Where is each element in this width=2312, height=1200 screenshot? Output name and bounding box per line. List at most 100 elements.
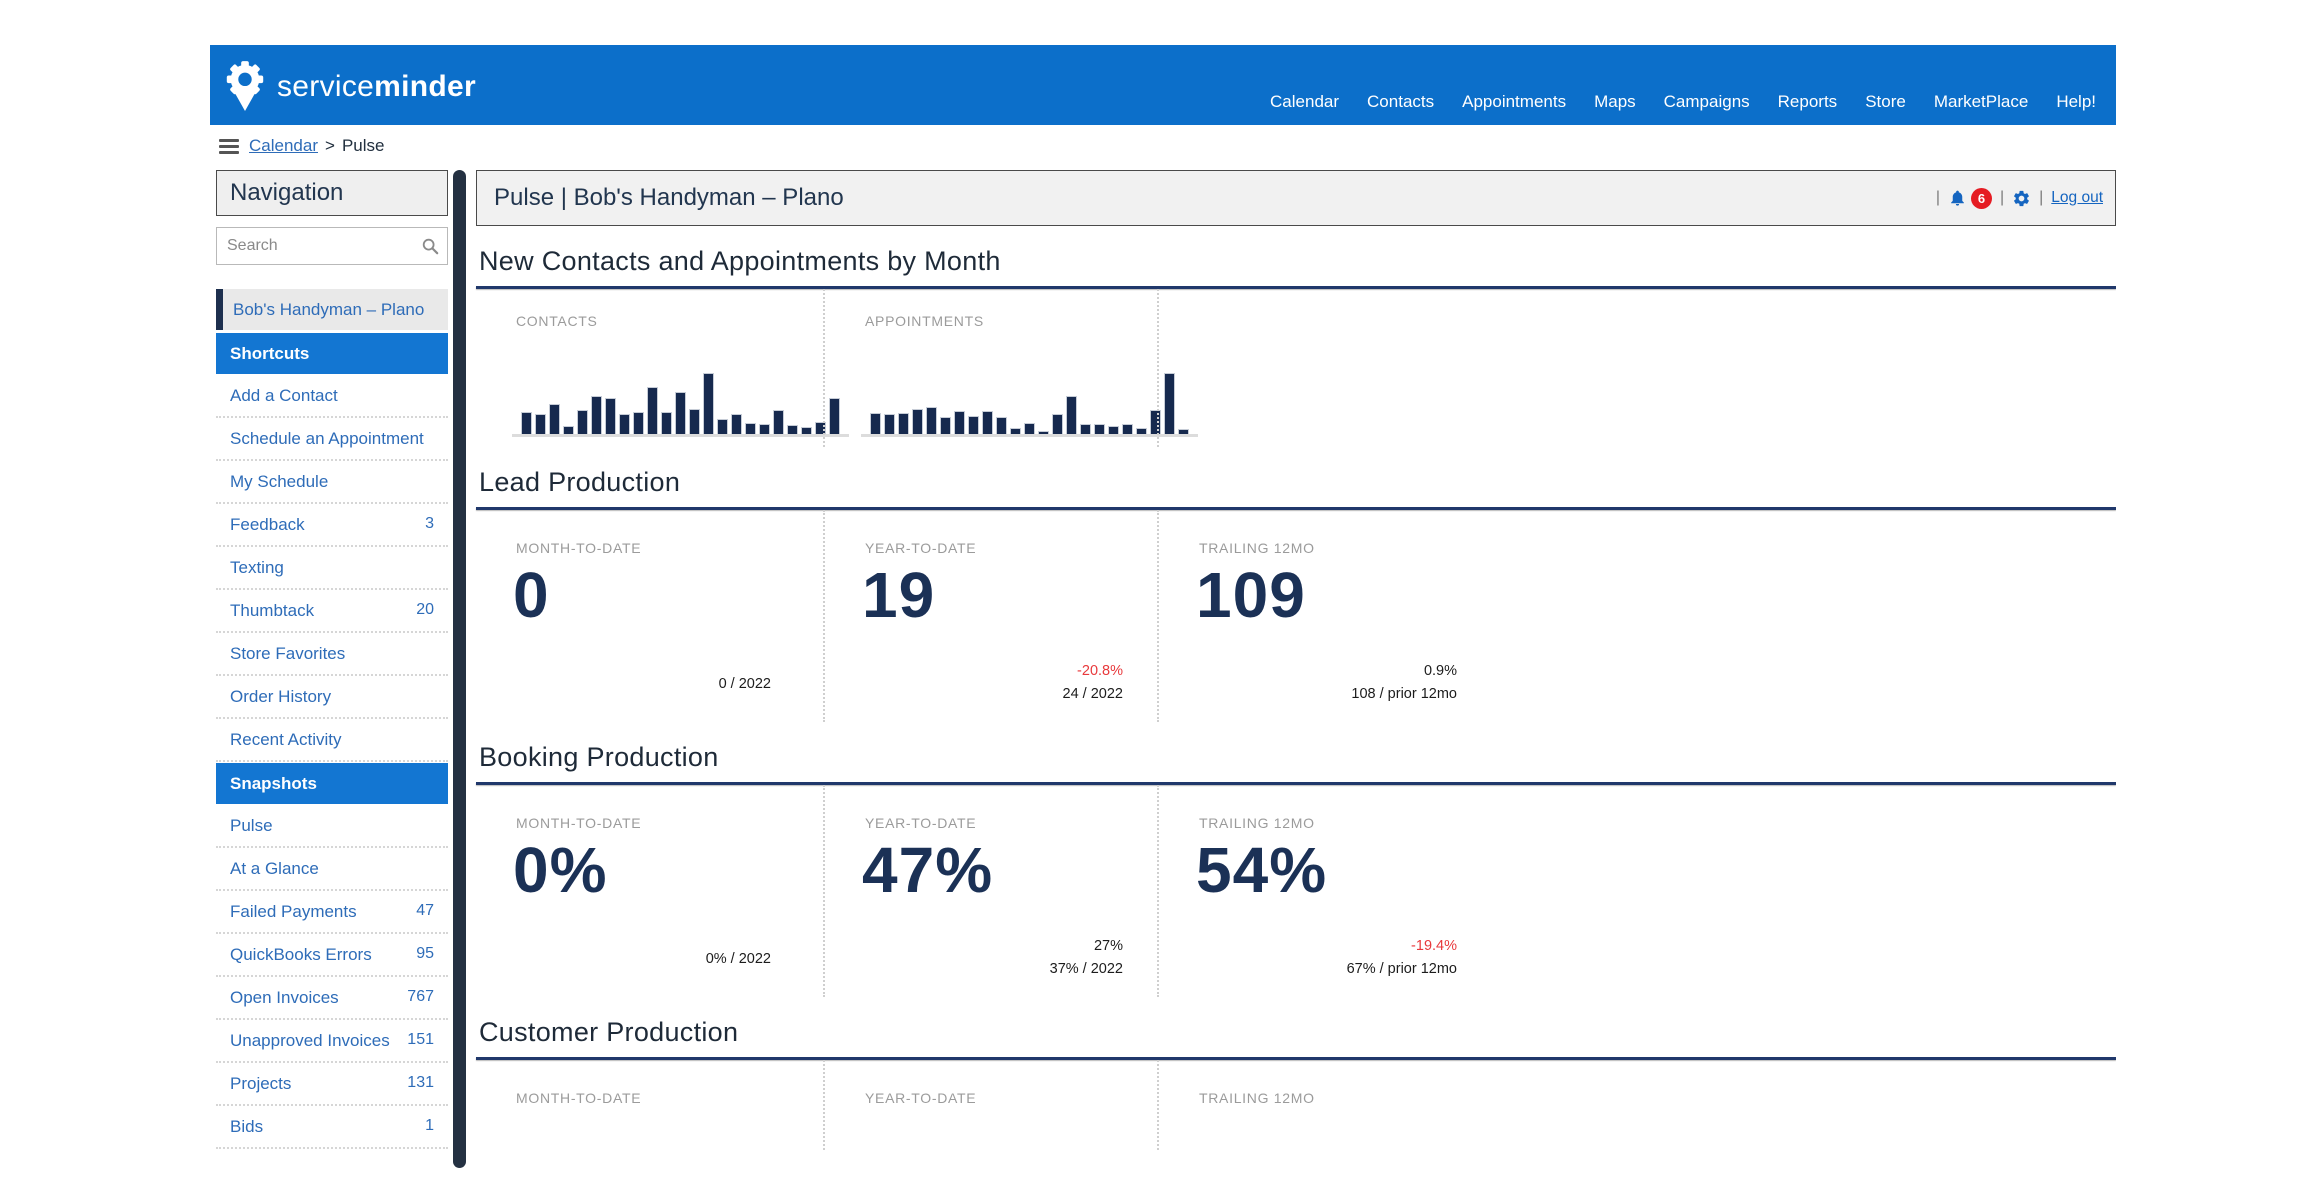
metric-label: TRAILING 12MO — [1199, 1090, 1315, 1106]
section-heading-monthly: New Contacts and Appointments by Month — [479, 246, 1001, 276]
count-badge: 1 — [425, 1117, 434, 1134]
metric-label: MONTH-TO-DATE — [516, 540, 642, 556]
appointments-chart-panel: APPOINTMENTS — [823, 289, 1198, 447]
sidebar-item-snapshots[interactable]: Snapshots — [216, 763, 448, 804]
metric-comparison: 0 / 2022 — [718, 675, 771, 692]
metric-label: TRAILING 12MO — [1199, 540, 1315, 556]
nav-item-marketplace[interactable]: MarketPlace — [1934, 92, 2028, 112]
sidebar-item-quickbooks-errors[interactable]: QuickBooks Errors 95 — [216, 934, 448, 977]
customer-ytd-panel: YEAR-TO-DATE — [823, 1060, 1157, 1150]
app-window: serviceminder Calendar Contacts Appointm… — [210, 45, 2116, 1170]
count-badge: 767 — [407, 988, 434, 1005]
app-header: serviceminder Calendar Contacts Appointm… — [210, 45, 2116, 125]
contacts-chart-panel: CONTACTS — [476, 289, 849, 447]
sidebar-item-thumbtack[interactable]: Thumbtack 20 — [216, 590, 448, 633]
section-heading-customer-production: Customer Production — [479, 1017, 739, 1047]
breadcrumb-separator: > — [325, 136, 335, 155]
metric-label: MONTH-TO-DATE — [516, 1090, 642, 1106]
logo[interactable]: serviceminder — [222, 60, 476, 114]
sidebar-items: Bob's Handyman – Plano Shortcuts Add a C… — [216, 289, 448, 1149]
search-box — [216, 227, 448, 265]
lead-ytd-panel: YEAR-TO-DATE 19 -20.8% 24 / 2022 — [823, 510, 1157, 722]
customer-mtd-panel: MONTH-TO-DATE — [476, 1060, 823, 1150]
metric-comparison: -20.8% 24 / 2022 — [1062, 662, 1123, 702]
appointments-chart-label: APPOINTMENTS — [865, 313, 984, 329]
section-heading-lead-production: Lead Production — [479, 467, 681, 497]
sidebar-item-bobs-handyman-plano[interactable]: Bob's Handyman – Plano — [216, 289, 448, 330]
nav-item-campaigns[interactable]: Campaigns — [1664, 92, 1750, 112]
sidebar-item-failed-payments[interactable]: Failed Payments 47 — [216, 891, 448, 934]
count-badge: 151 — [407, 1031, 434, 1048]
metric-comparison: 0% / 2022 — [705, 950, 771, 967]
sidebar-item-recent-activity[interactable]: Recent Activity — [216, 719, 448, 762]
nav-item-maps[interactable]: Maps — [1594, 92, 1636, 112]
metric-comparison: -19.4% 67% / prior 12mo — [1346, 937, 1457, 977]
divider: | — [1999, 189, 2005, 206]
breadcrumb: Calendar > Pulse — [210, 125, 2116, 167]
sidebar-item-store-favorites[interactable]: Store Favorites — [216, 633, 448, 676]
search-input[interactable] — [217, 236, 421, 256]
sidebar-title: Navigation — [216, 170, 448, 216]
booking-mtd-panel: MONTH-TO-DATE 0% 0% / 2022 — [476, 785, 823, 997]
metric-label: MONTH-TO-DATE — [516, 815, 642, 831]
gear-pin-icon — [226, 61, 264, 111]
nav-item-reports[interactable]: Reports — [1778, 92, 1838, 112]
booking-production-metrics: MONTH-TO-DATE 0% 0% / 2022 YEAR-TO-DATE … — [476, 785, 2116, 997]
lead-production-metrics: MONTH-TO-DATE 0 0 / 2022 YEAR-TO-DATE 19… — [476, 510, 2116, 722]
count-badge: 47 — [416, 902, 434, 919]
count-badge: 3 — [425, 515, 434, 532]
contacts-bar-chart — [512, 373, 849, 437]
lead-mtd-value: 0 — [513, 559, 550, 631]
sidebar-item-open-invoices[interactable]: Open Invoices 767 — [216, 977, 448, 1020]
search-icon — [422, 238, 439, 255]
logo-text: serviceminder — [277, 70, 476, 103]
metric-comparison: 0.9% 108 / prior 12mo — [1351, 662, 1457, 702]
sidebar-item-pulse[interactable]: Pulse — [216, 805, 448, 848]
nav-item-store[interactable]: Store — [1865, 92, 1906, 112]
main-panel: Pulse | Bob's Handyman – Plano | 6 | | L… — [476, 167, 2116, 1170]
section-heading-booking-production: Booking Production — [479, 742, 719, 772]
header-nav: Calendar Contacts Appointments Maps Camp… — [1270, 92, 2096, 112]
sidebar-item-feedback[interactable]: Feedback 3 — [216, 504, 448, 547]
sidebar-item-shortcuts[interactable]: Shortcuts — [216, 333, 448, 374]
notifications-bell-icon[interactable] — [1948, 189, 1967, 208]
sidebar-item-schedule-an-appointment[interactable]: Schedule an Appointment — [216, 418, 448, 461]
title-toolbar: | 6 | | Log out — [1936, 187, 2103, 209]
booking-ytd-value: 47% — [862, 834, 994, 906]
metric-label: YEAR-TO-DATE — [865, 815, 977, 831]
content-row: Navigation Bob's Handyman – Plano Shortc… — [210, 167, 2116, 1170]
breadcrumb-current: Pulse — [341, 136, 385, 155]
sidebar-item-add-a-contact[interactable]: Add a Contact — [216, 375, 448, 418]
metric-label: YEAR-TO-DATE — [865, 540, 977, 556]
settings-gear-icon[interactable] — [2012, 189, 2031, 208]
sidebar-item-order-history[interactable]: Order History — [216, 676, 448, 719]
monthly-charts-row: CONTACTS APPOINTMENTS — [476, 289, 2116, 447]
nav-item-appointments[interactable]: Appointments — [1462, 92, 1566, 112]
breadcrumb-calendar-link[interactable]: Calendar — [249, 136, 318, 156]
customer-trailing12-panel: TRAILING 12MO — [1157, 1060, 1491, 1150]
sidebar-scrollbar[interactable] — [453, 170, 466, 1168]
logout-link[interactable]: Log out — [2051, 189, 2103, 207]
hamburger-icon[interactable] — [219, 138, 239, 154]
sidebar-item-at-a-glance[interactable]: At a Glance — [216, 848, 448, 891]
sidebar-item-my-schedule[interactable]: My Schedule — [216, 461, 448, 504]
booking-trailing12-value: 54% — [1196, 834, 1328, 906]
booking-trailing12-panel: TRAILING 12MO 54% -19.4% 67% / prior 12mo — [1157, 785, 1491, 997]
sidebar-item-texting[interactable]: Texting — [216, 547, 448, 590]
count-badge: 20 — [416, 601, 434, 618]
notification-badge: 6 — [1970, 187, 1992, 209]
lead-trailing12-panel: TRAILING 12MO 109 0.9% 108 / prior 12mo — [1157, 510, 1491, 722]
booking-ytd-panel: YEAR-TO-DATE 47% 27% 37% / 2022 — [823, 785, 1157, 997]
sidebar-item-bids[interactable]: Bids 1 — [216, 1106, 448, 1149]
booking-mtd-value: 0% — [513, 834, 608, 906]
sidebar-item-unapproved-invoices[interactable]: Unapproved Invoices 151 — [216, 1020, 448, 1063]
nav-item-help[interactable]: Help! — [2056, 92, 2096, 112]
sidebar: Navigation Bob's Handyman – Plano Shortc… — [216, 167, 448, 1170]
nav-item-calendar[interactable]: Calendar — [1270, 92, 1339, 112]
appointments-bar-chart — [861, 373, 1198, 437]
sidebar-item-projects[interactable]: Projects 131 — [216, 1063, 448, 1106]
contacts-chart-label: CONTACTS — [516, 313, 598, 329]
nav-item-contacts[interactable]: Contacts — [1367, 92, 1434, 112]
metric-label: YEAR-TO-DATE — [865, 1090, 977, 1106]
lead-trailing12-value: 109 — [1196, 559, 1306, 631]
